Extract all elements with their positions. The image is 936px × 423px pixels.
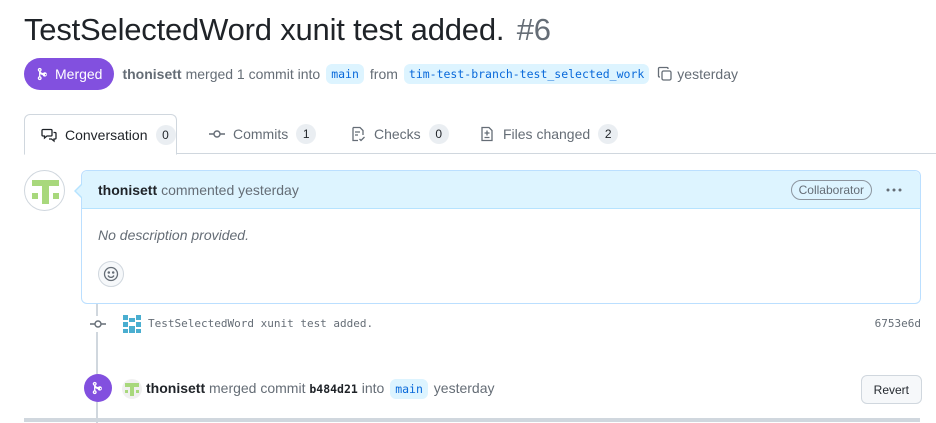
merge-target-branch[interactable]: main [390,379,428,399]
git-merge-icon [92,381,102,395]
tab-conversation[interactable]: Conversation 0 [24,114,177,155]
state-label: Merged [55,66,103,82]
state-merged-badge: Merged [24,58,115,90]
comment-body: No description provided. [98,227,249,243]
timeline-bottom-divider [24,418,920,422]
comment-author-link[interactable]: thonisett [98,182,157,198]
pr-author-link[interactable]: thonisett [122,66,181,82]
revert-button[interactable]: Revert [860,375,922,404]
merge-summary: merged 1 commit into [185,66,321,82]
checklist-icon [352,126,365,142]
copy-icon [658,66,672,81]
pr-number: #6 [516,12,551,47]
tab-label: Conversation [65,126,148,143]
identicon-avatar [123,315,141,333]
pr-time: yesterday [677,66,738,82]
kebab-horizontal-icon [886,188,902,192]
add-reaction-button[interactable] [98,261,124,287]
tab-files-changed[interactable]: Files changed 2 [479,114,619,154]
timeline-commit-item: TestSelectedWord xunit test added. 6753e… [88,312,921,336]
merge-author-avatar[interactable] [122,379,142,399]
merge-text-1: merged commit [209,380,306,396]
commit-message-link[interactable]: TestSelectedWord xunit test added. [148,317,373,330]
tab-label: Commits [233,126,289,142]
merge-text-2: into [361,380,385,396]
tab-commits[interactable]: Commits 1 [209,114,317,154]
smiley-icon [103,266,119,282]
timeline-merge-event: thonisett merged commit b484d21 into mai… [84,374,922,404]
comment-discussion-icon [41,128,57,142]
head-branch[interactable]: tim-test-branch-test_selected_work [403,64,650,84]
identicon-avatar [122,379,142,399]
identicon-avatar [31,177,60,206]
tab-label: Checks [374,126,421,142]
tab-counter: 0 [428,124,449,144]
git-merge-icon [37,67,47,81]
tab-label: Files changed [503,126,591,142]
commit-author-avatar[interactable] [122,314,142,334]
git-commit-icon [209,130,225,138]
merge-time: yesterday [433,380,495,396]
tab-counter: 2 [598,124,619,144]
git-commit-icon [90,316,106,332]
tab-counter: 1 [296,124,317,144]
merge-author-link[interactable]: thonisett [146,380,205,396]
tab-counter: 0 [155,124,176,145]
pr-meta: Merged thonisett merged 1 commit into ma… [24,58,738,90]
tab-checks[interactable]: Checks 0 [350,114,449,154]
comment-action: commented yesterday [161,181,299,198]
pr-title-text: TestSelectedWord xunit test added. [24,12,505,47]
copy-branch-button[interactable] [657,66,673,82]
merge-event-text: thonisett merged commit b484d21 into mai… [146,379,495,399]
file-diff-icon [481,126,493,142]
pr-tabs: Conversation 0 Commits 1 Checks 0 Files … [24,114,936,155]
comment-box: thonisett commented yesterday Collaborat… [74,170,921,304]
base-branch[interactable]: main [326,64,364,84]
merge-event-badge [84,374,112,402]
collaborator-badge: Collaborator [790,180,872,200]
merge-commit-sha-link[interactable]: b484d21 [309,382,357,396]
pr-title: TestSelectedWord xunit test added. #6 [24,12,551,48]
from-text: from [369,66,398,82]
avatar[interactable] [24,170,65,211]
comment-options-button[interactable] [885,182,903,203]
commit-sha-link[interactable]: 6753e6d [875,317,921,330]
